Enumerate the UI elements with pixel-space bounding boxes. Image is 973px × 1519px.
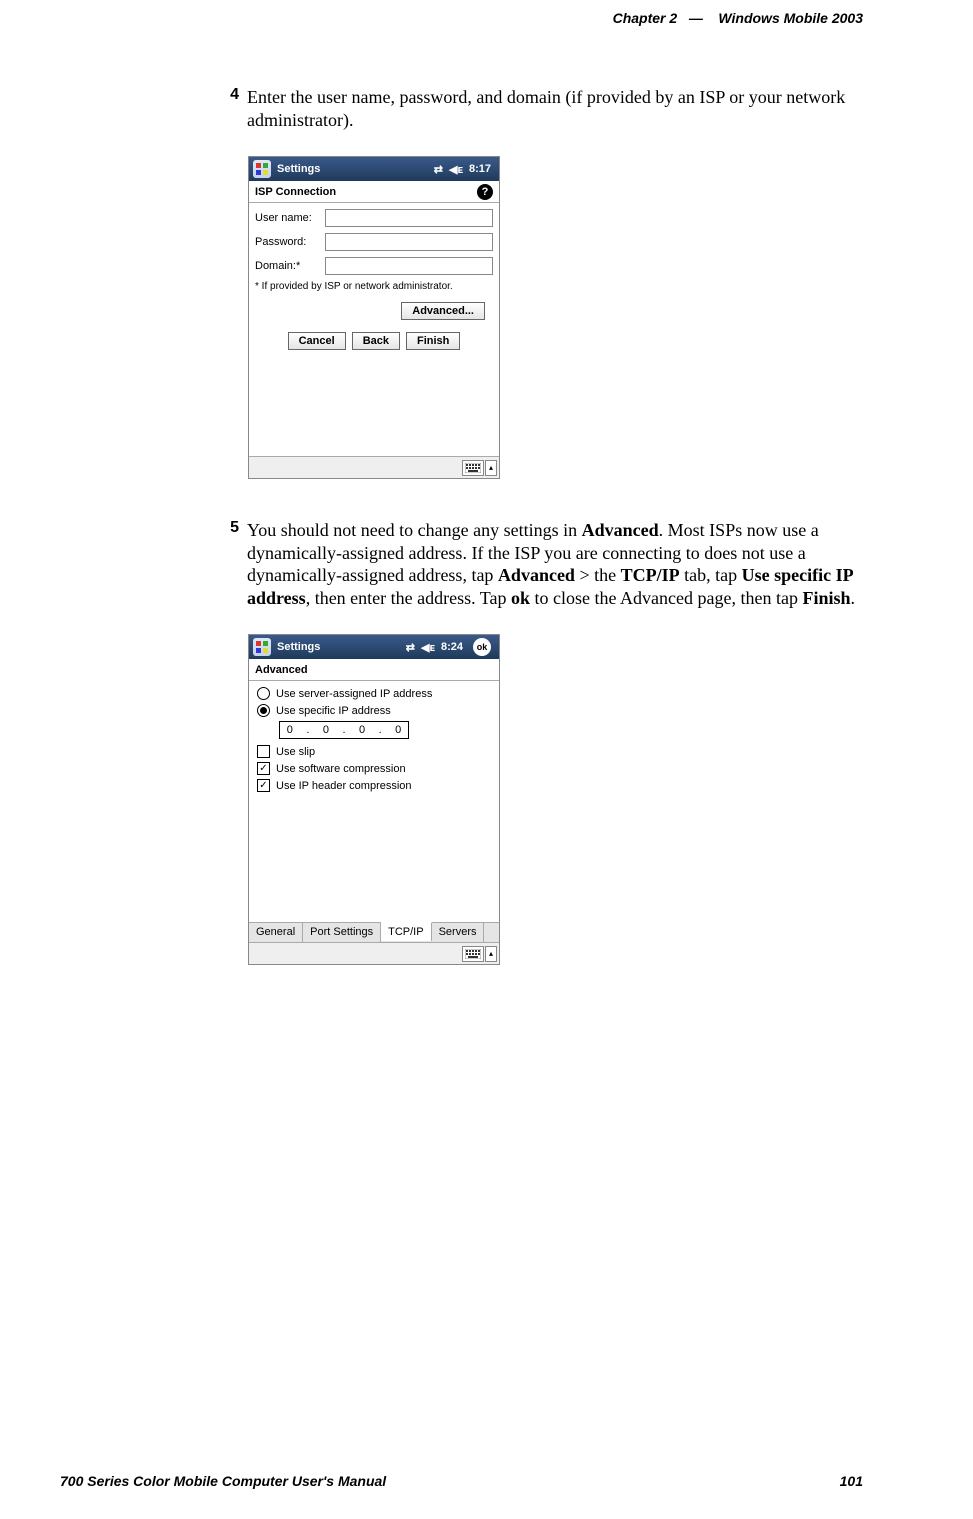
screenshot-advanced: Settings ⇄ ◀ᴇ 8:24 ok Advanced Use serve… <box>248 634 863 965</box>
radio-server-label: Use server-assigned IP address <box>276 688 432 700</box>
radio-icon <box>257 704 270 717</box>
username-label: User name: <box>255 212 325 224</box>
back-button[interactable]: Back <box>352 332 400 350</box>
checkbox-icon <box>257 745 270 758</box>
speaker-icon[interactable]: ◀ᴇ <box>449 163 463 176</box>
wm-taskbar: Settings ⇄ ◀ᴇ 8:17 <box>249 157 499 181</box>
wm-taskbar-2: Settings ⇄ ◀ᴇ 8:24 ok <box>249 635 499 659</box>
step-5-number: 5 <box>225 519 247 609</box>
screen-title: ISP Connection <box>255 186 477 198</box>
checkbox-icon: ✓ <box>257 762 270 775</box>
wm-titlebar: ISP Connection ? <box>249 181 499 203</box>
taskbar-clock: 8:17 <box>469 163 491 175</box>
sip-arrow-icon[interactable]: ▴ <box>485 460 497 476</box>
domain-label: Domain:* <box>255 260 325 272</box>
checkbox-slip-label: Use slip <box>276 746 315 758</box>
start-flag-icon[interactable] <box>253 160 271 178</box>
checkbox-iphdr-label: Use IP header compression <box>276 780 412 792</box>
checkbox-ip-header-compression[interactable]: ✓ Use IP header compression <box>257 779 491 792</box>
screenshot-isp-connection: Settings ⇄ ◀ᴇ 8:17 ISP Connection ? User… <box>248 156 863 479</box>
screen-title: Advanced <box>255 664 493 676</box>
step-4-text: Enter the user name, password, and domai… <box>247 86 863 131</box>
ok-button[interactable]: ok <box>473 638 491 656</box>
taskbar-clock: 8:24 <box>441 641 463 653</box>
help-icon[interactable]: ? <box>477 184 493 200</box>
footer-page-number: 101 <box>840 1473 863 1489</box>
password-label: Password: <box>255 236 325 248</box>
radio-specific-label: Use specific IP address <box>276 705 391 717</box>
finish-button[interactable]: Finish <box>406 332 460 350</box>
header-title: Windows Mobile 2003 <box>718 10 863 26</box>
header-chapter: Chapter 2 <box>613 10 678 26</box>
speaker-icon[interactable]: ◀ᴇ <box>421 641 435 654</box>
password-input[interactable] <box>325 233 493 251</box>
domain-input[interactable] <box>325 257 493 275</box>
header-separator: — <box>689 10 703 26</box>
footer-manual-title: 700 Series Color Mobile Computer User's … <box>60 1473 386 1489</box>
step-4-number: 4 <box>225 86 247 131</box>
checkbox-sw-label: Use software compression <box>276 763 406 775</box>
taskbar-title: Settings <box>277 163 320 175</box>
step-5: 5 You should not need to change any sett… <box>225 519 863 609</box>
sip-arrow-icon[interactable]: ▴ <box>485 946 497 962</box>
tab-port-settings[interactable]: Port Settings <box>303 923 381 942</box>
page-footer: 700 Series Color Mobile Computer User's … <box>60 1473 863 1489</box>
checkbox-software-compression[interactable]: ✓ Use software compression <box>257 762 491 775</box>
start-flag-icon[interactable] <box>253 638 271 656</box>
footnote-text: * If provided by ISP or network administ… <box>255 281 493 292</box>
connection-icon[interactable]: ⇄ <box>434 163 443 176</box>
username-input[interactable] <box>325 209 493 227</box>
advanced-button[interactable]: Advanced... <box>401 302 485 320</box>
wm-bottombar-2: ▴ <box>249 942 499 964</box>
tab-strip: General Port Settings TCP/IP Servers <box>249 922 499 942</box>
wm-titlebar-2: Advanced <box>249 659 499 681</box>
step-5-text: You should not need to change any settin… <box>247 519 863 609</box>
cancel-button[interactable]: Cancel <box>288 332 346 350</box>
checkbox-use-slip[interactable]: Use slip <box>257 745 491 758</box>
radio-server-assigned[interactable]: Use server-assigned IP address <box>257 687 491 700</box>
tab-tcpip[interactable]: TCP/IP <box>381 922 431 941</box>
wm-bottombar: ▴ <box>249 456 499 478</box>
radio-specific-ip[interactable]: Use specific IP address <box>257 704 491 717</box>
tab-servers[interactable]: Servers <box>432 923 485 942</box>
step-4: 4 Enter the user name, password, and dom… <box>225 86 863 131</box>
ip-address-input[interactable]: 0 . 0 . 0 . 0 <box>279 721 409 739</box>
keyboard-icon[interactable] <box>462 460 484 476</box>
checkbox-icon: ✓ <box>257 779 270 792</box>
radio-icon <box>257 687 270 700</box>
tab-general[interactable]: General <box>249 923 303 942</box>
keyboard-icon[interactable] <box>462 946 484 962</box>
taskbar-title: Settings <box>277 641 320 653</box>
page-header: Chapter 2 — Windows Mobile 2003 <box>110 10 863 26</box>
connection-icon[interactable]: ⇄ <box>406 641 415 654</box>
